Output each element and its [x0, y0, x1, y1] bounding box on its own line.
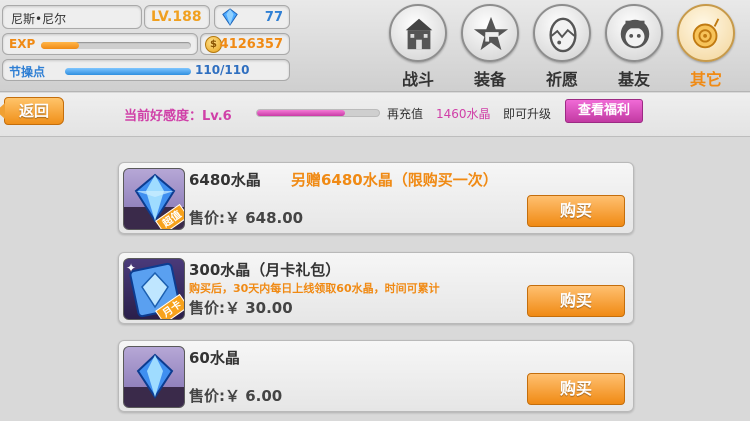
- nav-wish-circle: [533, 4, 591, 62]
- product-bonus: 另赠6480水晶（限购买一次）: [291, 171, 498, 189]
- affection-progress-bar: [256, 109, 380, 117]
- gold-box: $ 4126357: [200, 33, 290, 55]
- crystal-count: 77: [264, 10, 283, 25]
- product-title: 60水晶: [189, 349, 240, 367]
- stamina-label: 节操点: [9, 65, 46, 79]
- nav-friends-circle: [605, 4, 663, 62]
- egg-icon: [549, 17, 577, 53]
- crystal-pack-icon: 超值: [123, 168, 185, 230]
- recharge-amount: 1460水晶: [436, 107, 491, 121]
- product-card-6480: 超值 6480水晶 另赠6480水晶（限购买一次） 售价:￥ 648.00 购买: [118, 162, 634, 234]
- view-welfare-button[interactable]: 查看福利: [565, 99, 643, 123]
- nav-battle-label: 战斗: [401, 70, 434, 89]
- nav-battle-circle: [389, 4, 447, 62]
- affection-bar: 返回 当前好感度：Lv.6 再充值 1460水晶 即可升级 查看福利: [0, 93, 750, 137]
- product-price: 售价:￥ 6.00: [189, 387, 283, 405]
- snail-icon: [692, 18, 720, 49]
- nav-equipment-circle: [461, 4, 519, 62]
- top-status-bar: 尼斯•尼尔 LV.188 77 EXP $ 4126357 节操点 110/11…: [0, 0, 750, 92]
- recharge-text: 再充值: [387, 107, 424, 121]
- nav-wish-label: 祈愿: [545, 70, 578, 89]
- sparkle-icon: ✦: [126, 261, 137, 275]
- exp-box: EXP: [2, 33, 198, 55]
- affection-level-label: 当前好感度：Lv.6: [124, 109, 232, 124]
- player-name-box: 尼斯•尼尔: [2, 5, 142, 29]
- upgrade-text: 即可升级: [503, 107, 552, 121]
- crystal-small-icon: [123, 346, 185, 408]
- stamina-bar: [65, 68, 191, 75]
- buy-button[interactable]: 购买: [527, 285, 625, 317]
- product-description: 购买后，30天内每日上线领取60水晶，时间可累计: [189, 282, 440, 295]
- exp-label: EXP: [9, 37, 36, 51]
- product-card-60: 60水晶 售价:￥ 6.00 购买: [118, 340, 634, 412]
- character-icon: [620, 19, 650, 49]
- exp-bar-fill: [41, 42, 79, 49]
- nav-other-label: 其它: [689, 70, 722, 89]
- affection-progress-fill: [257, 110, 345, 116]
- crystal-box: 77: [214, 5, 290, 29]
- back-button[interactable]: 返回: [0, 97, 64, 125]
- nav-equipment-label: 装备: [473, 70, 506, 89]
- nav-friends[interactable]: 基友: [602, 4, 666, 90]
- buy-button[interactable]: 购买: [527, 195, 625, 227]
- player-name: 尼斯•尼尔: [11, 12, 67, 26]
- player-level: LV.188: [151, 9, 202, 25]
- monthly-card-icon: ✦ 月卡: [123, 258, 185, 320]
- product-price: 售价:￥ 648.00: [189, 209, 304, 227]
- product-title: 6480水晶: [189, 171, 261, 189]
- castle-icon: [405, 18, 433, 50]
- gold-count: 4126357: [219, 37, 283, 52]
- nav-equipment[interactable]: 装备: [458, 4, 522, 90]
- nav-wish[interactable]: 祈愿: [530, 4, 594, 90]
- crystal-icon: [222, 8, 238, 26]
- buy-button[interactable]: 购买: [527, 373, 625, 405]
- stamina-value: 110/110: [195, 63, 250, 77]
- stamina-bar-fill: [65, 68, 191, 75]
- nav-other[interactable]: 其它: [674, 4, 738, 90]
- nav-battle[interactable]: 战斗: [386, 4, 450, 90]
- player-level-box: LV.188: [144, 5, 210, 29]
- product-price: 售价:￥ 30.00: [189, 299, 293, 317]
- exp-bar: [41, 42, 191, 49]
- star-gun-icon: [473, 16, 509, 51]
- nav-friends-label: 基友: [617, 70, 650, 89]
- product-title: 300水晶（月卡礼包）: [189, 261, 341, 279]
- product-card-monthly: ✦ 月卡 300水晶（月卡礼包） 购买后，30天内每日上线领取60水晶，时间可累…: [118, 252, 634, 324]
- nav-other-circle: [677, 4, 735, 62]
- stamina-box: 节操点 110/110: [2, 59, 290, 81]
